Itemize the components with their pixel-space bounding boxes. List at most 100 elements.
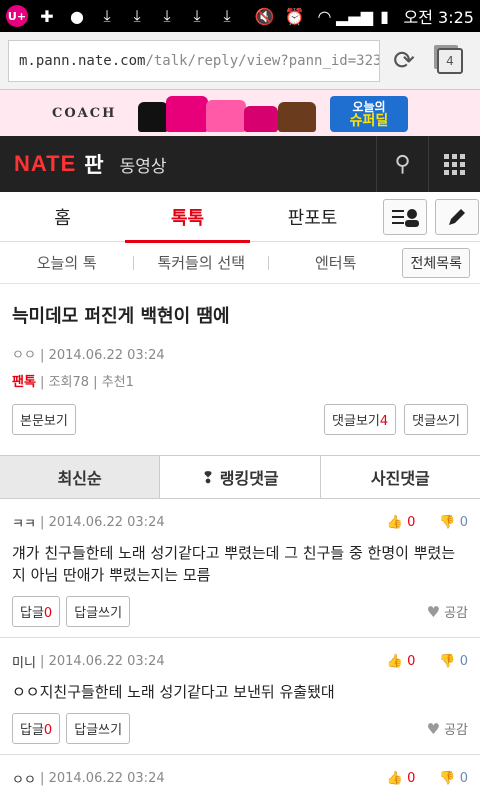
- reply-button[interactable]: 답글0: [12, 596, 61, 627]
- view-comments-label: 댓글보기: [332, 414, 380, 429]
- like-button[interactable]: ♥ 공감: [427, 719, 468, 739]
- clock: 오전 3:25: [403, 8, 474, 27]
- view-body-button[interactable]: 본문보기: [12, 404, 76, 435]
- comment-author: ㅋㅋ: [12, 517, 36, 532]
- post-views: 조회78: [48, 375, 90, 390]
- view-comments-button[interactable]: 댓글보기4: [324, 404, 397, 435]
- alarm-icon: ⏰: [284, 6, 305, 26]
- all-list-button[interactable]: 전체목록: [402, 247, 470, 278]
- upvote-count: 0: [407, 771, 416, 786]
- nate-logo[interactable]: NATE: [14, 151, 76, 177]
- post-category[interactable]: 팬톡: [12, 375, 36, 390]
- upvote-button[interactable]: 👍 0: [387, 771, 416, 786]
- ad-superdeal-button[interactable]: 오늘의 슈퍼딜: [330, 96, 408, 132]
- menu-button[interactable]: [428, 136, 480, 192]
- tab-talk[interactable]: 톡톡: [125, 192, 250, 243]
- comment-body: ㅇㅇ지친구들한테 노래 성기같다고 보낸뒤 유출됐대: [12, 683, 335, 701]
- reply-count: 0: [43, 606, 53, 621]
- reply-button[interactable]: 답글0: [12, 713, 61, 744]
- comment-date: 2014.06.22 03:24: [48, 654, 165, 669]
- ranking-icon: ❢: [201, 467, 215, 487]
- download-icon: ⤓: [223, 6, 231, 25]
- downvote-button[interactable]: 👎 0: [439, 654, 468, 669]
- tab-ranking-label: 랭킹댓글: [219, 469, 279, 488]
- like-label: 공감: [444, 606, 468, 621]
- write-reply-button[interactable]: 답글쓰기: [66, 713, 131, 744]
- downvote-count: 0: [459, 771, 468, 786]
- wifi-icon: ◠: [317, 6, 332, 26]
- tabs-button[interactable]: 4: [428, 39, 472, 83]
- post-title: 늑미데모 퍼진게 백현이 땜에: [12, 306, 230, 327]
- tab-photo-comments[interactable]: 사진댓글: [319, 456, 480, 498]
- like-button[interactable]: ♥ 공감: [426, 602, 468, 622]
- reply-count: 0: [43, 723, 53, 738]
- thumbs-down-icon: 👎: [439, 515, 456, 530]
- comment-author: ㅇㅇ: [12, 773, 36, 788]
- comment-sort-tabs: 최신순 ❢ 랭킹댓글 사진댓글: [0, 455, 480, 499]
- reload-icon: ⟳: [393, 45, 415, 76]
- write-comment-button[interactable]: 댓글쓰기: [404, 404, 468, 435]
- comment-body: 걔가 친구들한테 노래 성기같다고 뿌렸는데 그 친구들 중 한명이 뿌렸는지 …: [12, 544, 456, 584]
- downvote-button[interactable]: 👎 0: [439, 771, 468, 786]
- tab-latest[interactable]: 최신순: [0, 456, 160, 498]
- mute-icon: 🔇: [254, 6, 275, 26]
- download-icon: ⤓: [163, 6, 171, 25]
- comment-date: 2014.06.22 03:24: [48, 771, 165, 786]
- upvote-button[interactable]: 👍 0: [387, 515, 416, 530]
- tabs-count: 4: [437, 47, 463, 74]
- url-field[interactable]: m.pann.nate.com/talk/reply/view?pann_id=…: [8, 39, 380, 82]
- comment-item: ㅇㅇ | 2014.06.22 03:24 👍 0 👎 0: [12, 771, 468, 788]
- url-path: /talk/reply/view?pann_id=323137: [145, 52, 379, 69]
- search-button[interactable]: ⚲: [376, 136, 428, 192]
- thumbs-down-icon: 👎: [439, 771, 456, 786]
- ad-brand: COACH: [52, 105, 117, 121]
- comment-date: 2014.06.22 03:24: [48, 515, 165, 530]
- tab-pann-photo[interactable]: 판포토: [250, 192, 375, 242]
- download-icon: ⤓: [103, 6, 111, 25]
- subnav-today-talk[interactable]: 오늘의 톡: [0, 252, 133, 273]
- comment-item: ㅋㅋ | 2014.06.22 03:24 👍 0 👎 0 걔가 친구들한테 노…: [0, 499, 480, 638]
- ad-bags-image: [128, 90, 328, 136]
- ad-cta-line2: 슈퍼딜: [349, 113, 389, 129]
- heart-icon: ♥: [426, 602, 441, 621]
- comment-count: 4: [379, 414, 389, 429]
- status-bar: U+ ✚ ● ⤓ ⤓ ⤓ ⤓ ⤓ 🔇 ⏰ ◠ ▂▄▆ ▮ 오전 3:25: [0, 0, 480, 32]
- ad-banner[interactable]: COACH 오늘의 슈퍼딜: [0, 90, 480, 136]
- pan-logo[interactable]: 판: [84, 149, 103, 179]
- subnav-enter-talk[interactable]: 엔터톡: [269, 252, 402, 273]
- pencil-icon: [449, 208, 465, 225]
- download-icon: ⤓: [193, 6, 201, 25]
- subnav-talkers-choice[interactable]: 톡커들의 선택: [134, 252, 267, 273]
- battery-icon: ▮: [380, 6, 389, 26]
- messenger-icon: ✚: [40, 6, 54, 26]
- upvote-count: 0: [407, 515, 416, 530]
- profile-list-icon: [392, 208, 419, 227]
- my-page-button[interactable]: [383, 198, 427, 235]
- upvote-count: 0: [407, 654, 416, 669]
- write-button[interactable]: [435, 198, 479, 235]
- download-icon: ⤓: [133, 6, 141, 25]
- like-label: 공감: [444, 723, 468, 738]
- upvote-button[interactable]: 👍 0: [387, 654, 416, 669]
- tab-ranking[interactable]: ❢ 랭킹댓글: [159, 456, 320, 498]
- signal-icon: ▂▄▆: [336, 6, 373, 26]
- downvote-count: 0: [459, 654, 468, 669]
- post-header: 늑미데모 퍼진게 백현이 땜에 ㅇㅇ | 2014.06.22 03:24 팬톡…: [0, 284, 480, 435]
- url-host: m.pann.nate.com: [19, 52, 146, 69]
- post-stats: 팬톡 | 조회78 | 추천1: [12, 375, 134, 390]
- tab-home[interactable]: 홈: [0, 192, 125, 242]
- reload-button[interactable]: ⟳: [386, 43, 422, 79]
- thumbs-up-icon: 👍: [386, 771, 403, 786]
- downvote-button[interactable]: 👎 0: [439, 515, 468, 530]
- ad-cta-line1: 오늘의: [352, 100, 386, 114]
- post-meta: ㅇㅇ | 2014.06.22 03:24: [12, 348, 165, 363]
- alert-icon: ●: [70, 6, 84, 26]
- carrier-icon: U+: [6, 5, 28, 27]
- thumbs-up-icon: 👍: [386, 515, 403, 530]
- write-reply-button[interactable]: 답글쓰기: [66, 596, 131, 627]
- video-link[interactable]: 동영상: [120, 152, 167, 177]
- search-icon: ⚲: [394, 151, 411, 177]
- main-nav: 홈 톡톡 판포토: [0, 192, 480, 243]
- thumbs-down-icon: 👎: [439, 654, 456, 669]
- sub-nav: 오늘의 톡 톡커들의 선택 엔터톡 전체목록: [0, 242, 480, 284]
